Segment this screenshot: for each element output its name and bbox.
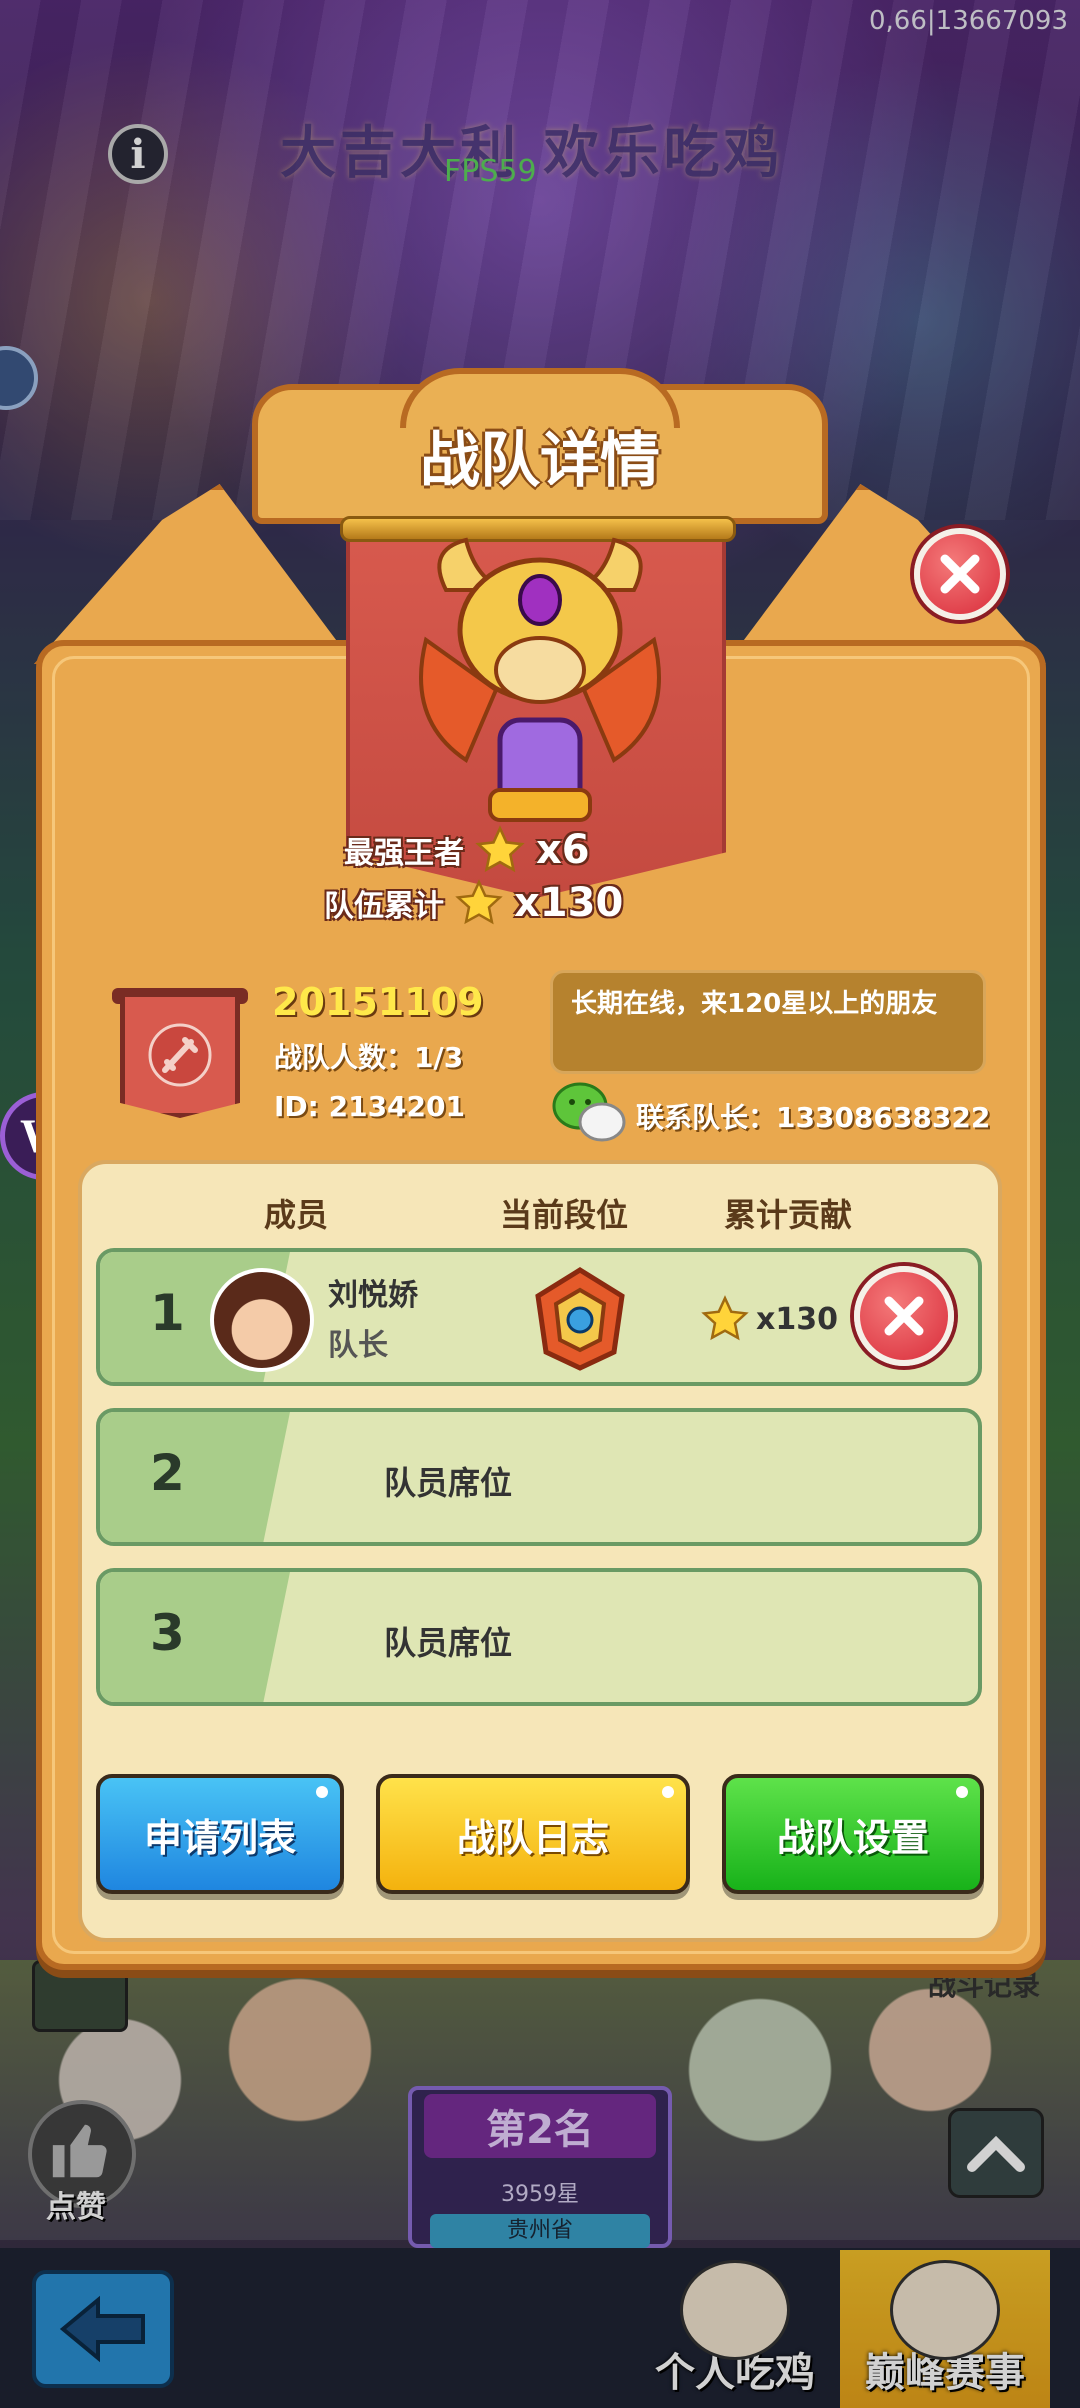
dialog-title: 战队详情: [420, 426, 660, 496]
row-number: 3: [150, 1604, 185, 1662]
captain-contact: 联系队长：13308638322: [636, 1101, 991, 1134]
row-number: 2: [150, 1444, 185, 1502]
dragon-emblem-icon: [419, 537, 661, 822]
row-number-bg: [100, 1412, 290, 1542]
team-log-button[interactable]: 战队日志: [376, 1774, 690, 1894]
member-row[interactable]: 1 刘悦娇 队长 x130: [96, 1248, 982, 1386]
wechat-icon: [552, 1082, 626, 1142]
strongest-value: x6: [536, 827, 590, 873]
strongest-label: 最强王者: [344, 836, 464, 871]
rank-badge-icon: [535, 1267, 625, 1371]
member-seat-row[interactable]: 3 队员席位: [96, 1568, 982, 1706]
member-contribution-value: x130: [756, 1301, 838, 1337]
remove-member-button[interactable]: [854, 1266, 954, 1366]
member-name: 刘悦娇: [328, 1278, 418, 1313]
team-details-dialog: 战队详情 最强王者 x6 队伍累计 x130 20151109 战队人数：1/3…: [0, 0, 1080, 2408]
apply-list-button[interactable]: 申请列表: [96, 1774, 344, 1894]
member-role: 队长: [328, 1328, 388, 1363]
team-notice-text: 长期在线，来120星以上的朋友: [571, 989, 938, 1019]
member-avatar[interactable]: [210, 1268, 314, 1372]
total-label: 队伍累计: [324, 889, 444, 924]
team-total-stat: 队伍累计 x130: [324, 878, 623, 928]
team-flag: [120, 992, 240, 1118]
close-icon: [884, 1296, 924, 1336]
empty-seat-label: 队员席位: [384, 1464, 513, 1502]
strongest-king-stat: 最强王者 x6: [344, 824, 590, 876]
team-settings-label: 战队设置: [776, 1815, 929, 1860]
close-dialog-button[interactable]: [914, 528, 1006, 620]
team-log-label: 战队日志: [456, 1815, 609, 1860]
team-notice: 长期在线，来120星以上的朋友: [550, 970, 986, 1074]
column-rank: 当前段位: [500, 1196, 629, 1234]
member-contribution: x130: [700, 1294, 838, 1344]
team-member-count: 战队人数：1/3: [274, 1041, 464, 1074]
sword-badge-icon: [148, 1023, 212, 1087]
column-contribution: 累计贡献: [724, 1196, 853, 1234]
close-icon: [940, 554, 980, 594]
star-icon: [701, 1295, 749, 1341]
row-number-bg: [100, 1572, 290, 1702]
member-seat-row[interactable]: 2 队员席位: [96, 1408, 982, 1546]
star-icon: [475, 825, 525, 873]
star-icon: [455, 879, 503, 925]
apply-list-label: 申请列表: [143, 1815, 296, 1860]
empty-seat-label: 队员席位: [384, 1624, 513, 1662]
team-settings-button[interactable]: 战队设置: [722, 1774, 984, 1894]
row-number: 1: [150, 1284, 185, 1342]
team-name: 20151109: [272, 980, 484, 1024]
team-id: ID: 2134201: [274, 1090, 465, 1123]
column-member: 成员: [264, 1196, 329, 1234]
total-value: x130: [514, 880, 624, 926]
